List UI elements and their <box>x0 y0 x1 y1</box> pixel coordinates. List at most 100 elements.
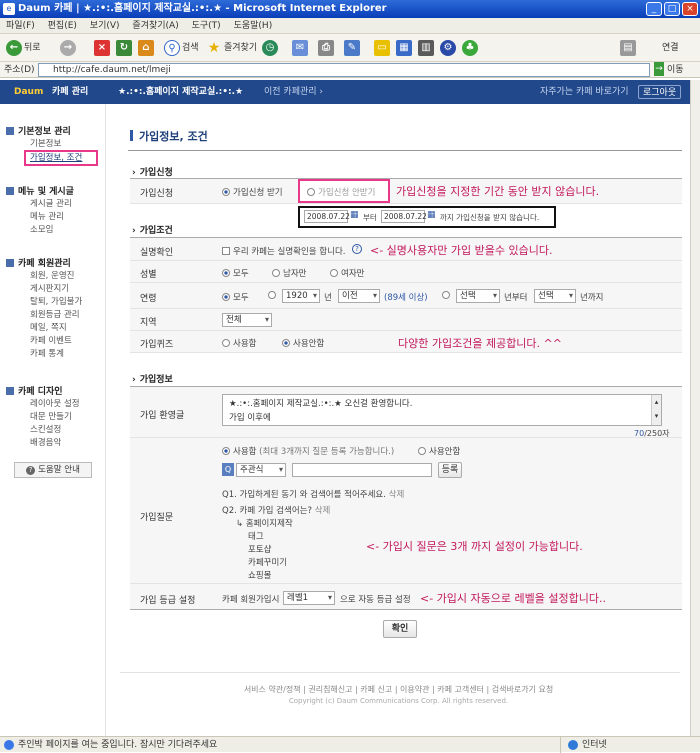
help-icon: ? <box>26 466 36 475</box>
nav-mail-note[interactable]: 메일, 쪽지 <box>30 322 67 334</box>
age-from-select[interactable]: 선택 <box>456 289 500 303</box>
confirm-button[interactable]: 확인 <box>383 620 417 638</box>
nav-skin[interactable]: 스킨설정 <box>30 424 61 436</box>
cafe-name[interactable]: ★.:•:.홈페이지 제작교실.:•:.★ <box>118 80 243 104</box>
calendar-icon[interactable]: ▦ <box>350 210 360 222</box>
favorites-button[interactable]: ★ 즐겨찾기 <box>206 39 257 57</box>
vertical-scrollbar[interactable] <box>690 80 700 736</box>
back-label: 뒤로 <box>24 43 41 53</box>
nav-withdraw[interactable]: 탈퇴, 가입불가 <box>30 296 82 308</box>
nav-board-keeper[interactable]: 게시판지기 <box>30 283 69 295</box>
menu-view[interactable]: 보기(V) <box>90 21 120 31</box>
quiz-use-radio[interactable]: 사용함 <box>222 337 256 349</box>
textarea-scrollbar[interactable]: ▴ ▾ <box>651 395 661 425</box>
realname-checkbox[interactable]: 우리 카페는 실명확인을 합니다. <box>222 245 345 257</box>
home-button[interactable]: ⌂ <box>138 39 154 57</box>
favorite-cafe-dropdown[interactable]: 자주가는 카페 바로가기 <box>540 80 629 104</box>
address-input[interactable]: http://cafe.daum.net/lmeji <box>38 63 650 77</box>
mail-button[interactable]: ✉ <box>292 39 308 57</box>
period-from-input[interactable]: 2008.07.22 <box>304 210 350 223</box>
messenger-button[interactable]: ▦ <box>396 39 412 57</box>
nav-small-group[interactable]: 소모임 <box>30 224 53 236</box>
period-to-input[interactable]: 2008.07.22 <box>381 210 427 223</box>
links-button[interactable]: 연결 <box>662 39 679 57</box>
menu-favorites[interactable]: 즐겨찾기(A) <box>132 21 178 31</box>
grade-level-select[interactable]: 레벨1 <box>283 591 335 605</box>
nav-grade-manage[interactable]: 회원등급 관리 <box>30 309 80 321</box>
age-between-radio[interactable] <box>442 291 453 301</box>
gender-male-radio[interactable]: 남자만 <box>272 267 306 279</box>
age-range-radio[interactable] <box>268 291 279 301</box>
q-badge: Q <box>222 463 234 476</box>
search-button[interactable]: ⚲ 검색 <box>164 39 199 57</box>
register-button[interactable]: 등록 <box>438 462 462 478</box>
nav-basic-title[interactable]: 기본정보 관리 <box>6 124 71 137</box>
q1-delete-link[interactable]: 삭제 <box>389 490 405 500</box>
quiz-none-radio[interactable]: 사용안함 <box>282 337 324 349</box>
history-button[interactable]: ◷ <box>262 39 278 57</box>
print-button[interactable]: ⎙ <box>318 39 334 57</box>
go-icon[interactable]: → <box>654 62 664 76</box>
nav-member-staff[interactable]: 회원, 운영진 <box>30 270 75 282</box>
gender-all-radio[interactable]: 모두 <box>222 267 249 279</box>
region-select[interactable]: 전체 <box>222 313 272 327</box>
nav-member-title[interactable]: 카페 회원관리 <box>6 256 71 269</box>
logout-button[interactable]: 로그아웃 <box>638 85 682 99</box>
nav-post-manage[interactable]: 게시글 관리 <box>30 198 72 210</box>
nav-basic-info[interactable]: 기본정보 <box>30 138 61 150</box>
nav-bgm[interactable]: 배경음악 <box>30 437 61 449</box>
nav-cafe-stats[interactable]: 카페 통계 <box>30 348 64 360</box>
maximize-button[interactable]: □ <box>664 2 680 16</box>
messenger-people-button[interactable]: ♣ <box>462 39 478 57</box>
footer-links[interactable]: 서비스 약관/정책 | 권리침해신고 | 카페 신고 | 이용약관 | 카페 고… <box>107 684 690 695</box>
daum-logo[interactable]: Daum <box>14 80 43 104</box>
gender-female-radio[interactable]: 여자만 <box>330 267 364 279</box>
nav-menu-manage[interactable]: 메뉴 관리 <box>30 211 64 223</box>
q2-delete-link[interactable]: 삭제 <box>315 506 331 516</box>
close-button[interactable]: × <box>682 2 698 16</box>
question-type-select[interactable]: 주관식 <box>236 463 286 477</box>
nav-cafe-event[interactable]: 카페 이벤트 <box>30 335 72 347</box>
apply-off-radio[interactable]: 가입신청 안받기 <box>307 186 375 198</box>
question-input[interactable] <box>292 463 432 477</box>
refresh-button[interactable]: ↻ <box>116 39 132 57</box>
calendar-icon[interactable]: ▦ <box>427 210 437 222</box>
stop-button[interactable]: × <box>94 39 110 57</box>
welcome-textarea[interactable]: ★.:•:.홈페이지 제작교실.:•:.★ 오신걸 환영합니다. 가입 이후에 <box>222 394 662 426</box>
edit-button[interactable]: ✎ <box>344 39 360 57</box>
nav-front-page[interactable]: 대문 만들기 <box>30 411 72 423</box>
age-hint: (89세 이상) <box>384 293 428 303</box>
back-button[interactable]: ← 뒤로 <box>6 39 41 57</box>
tools-button[interactable]: ▤ <box>620 39 636 57</box>
nav-menu-title[interactable]: 메뉴 및 게시글 <box>6 184 74 197</box>
forward-button[interactable]: → <box>60 39 76 57</box>
discuss-button[interactable]: ▭ <box>374 39 390 57</box>
menu-tools[interactable]: 도구(T) <box>192 21 221 31</box>
age-to-select[interactable]: 선택 <box>534 289 576 303</box>
region-row <box>130 309 682 331</box>
footer-copyright: Copyright (c) Daum Communications Corp. … <box>288 697 509 705</box>
menu-file[interactable]: 파일(F) <box>6 21 35 31</box>
grade-label: 가입 등급 설정 <box>140 596 196 606</box>
apply-on-radio[interactable]: 가입신청 받기 <box>222 186 283 198</box>
nav-design-title[interactable]: 카페 디자인 <box>6 384 63 397</box>
age-compare-select[interactable]: 이전 <box>338 289 380 303</box>
tools-icon: ▤ <box>620 40 636 56</box>
prev-admin-link[interactable]: 이전 카페관리 › <box>264 80 323 104</box>
nav-layout[interactable]: 레이아웃 설정 <box>30 398 80 410</box>
age-all-radio[interactable]: 모두 <box>222 291 249 303</box>
question-use-radio[interactable]: 사용함 (최대 3개까지 질문 등록 가능합니다.) <box>222 445 394 457</box>
menu-help[interactable]: 도움말(H) <box>234 21 273 31</box>
help-icon[interactable]: ? <box>352 244 362 254</box>
go-button[interactable]: 이동 <box>667 62 684 78</box>
settings-button[interactable]: ⚙ <box>440 39 456 57</box>
menu-edit[interactable]: 편집(E) <box>48 21 77 31</box>
age-year-select[interactable]: 1920 <box>282 289 320 303</box>
period-to-suffix: 까지 가입신청을 받지 않습니다. <box>440 213 540 222</box>
search-icon: ⚲ <box>164 40 180 56</box>
question-none-radio[interactable]: 사용안함 <box>418 445 460 457</box>
realname-annotation: <- 실명사용자만 가입 받을수 있습니다. <box>370 244 553 257</box>
research-button[interactable]: ▥ <box>418 39 434 57</box>
minimize-button[interactable]: _ <box>646 2 662 16</box>
help-button[interactable]: ? 도움말 안내 <box>14 462 92 478</box>
